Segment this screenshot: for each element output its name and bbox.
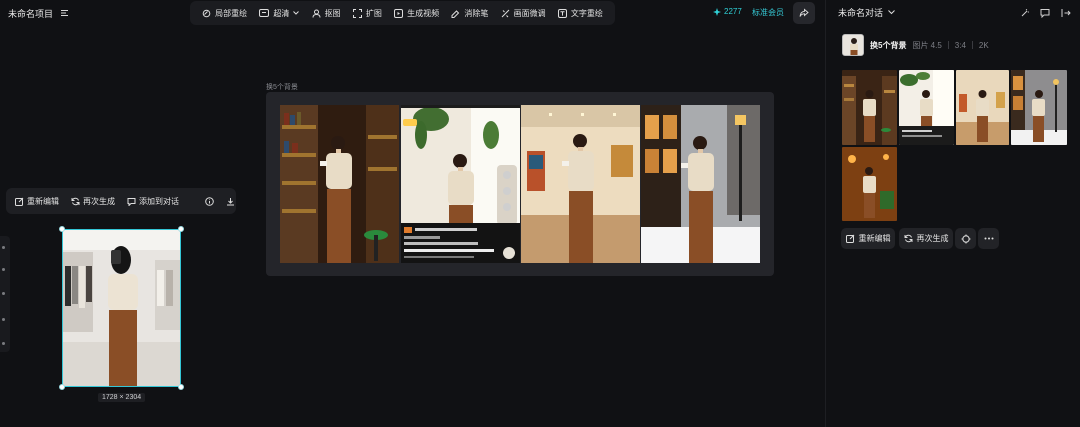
rail-tool-dot[interactable] [2,318,5,321]
result-thumbnail[interactable] [956,70,1009,145]
expand-icon [352,8,362,18]
tool-upscale[interactable]: 超清 [259,8,300,19]
more-dots-icon [984,237,994,240]
tool-label: 消除笔 [464,8,489,18]
tool-expand[interactable]: 扩图 [352,8,382,19]
brush-sparkle-icon[interactable] [1018,6,1032,20]
result-thumbnail[interactable] [1011,70,1067,145]
sparkle-icon [713,7,721,16]
source-image-thumb[interactable] [842,34,864,56]
resize-handle-top-right[interactable] [178,226,184,232]
background-variant-snowy-street[interactable] [641,105,760,263]
chat-bubble-icon[interactable] [1038,6,1052,20]
chevron-down-icon [888,10,895,15]
resize-handle-bottom-right[interactable] [178,384,184,390]
credits-balance[interactable]: 2277 [713,7,742,16]
refresh-icon [904,234,913,243]
selected-source-image[interactable] [62,229,181,387]
rail-tool-dot[interactable] [2,246,5,249]
membership-badge[interactable]: 标准会员 [752,7,784,18]
chat-title-text: 未命名对话 [838,8,884,18]
regenerate-button[interactable]: 再次生成 [71,196,115,207]
text-icon [557,8,567,18]
tool-label: 文字重绘 [570,8,603,18]
tool-cutout[interactable]: 抠图 [312,8,341,19]
eraser-icon [451,9,460,18]
result-thumbnail[interactable] [899,70,954,145]
result-thumbnail[interactable] [842,70,897,145]
resize-handle-bottom-left[interactable] [59,384,65,390]
rail-tool-dot[interactable] [2,342,5,345]
preview-label: 换5个背景 [266,84,298,91]
project-header: 未命名项目 [8,6,69,20]
tool-inpaint[interactable]: 局部重绘 [202,8,247,19]
exit-icon[interactable] [1059,6,1073,20]
adjust-icon [501,9,510,18]
preview-canvas[interactable] [266,92,774,276]
re-edit-label: 重新编辑 [858,234,891,243]
tool-eraser[interactable]: 消除笔 [451,8,488,19]
tool-label: 局部重绘 [215,8,248,18]
background-variant-gallery[interactable] [521,105,640,263]
regenerate-label: 再次生成 [83,196,115,206]
project-title[interactable]: 未命名项目 [8,7,53,20]
image-dimensions: 1728 × 2304 [98,393,146,402]
add-chat-icon [127,197,136,206]
add-to-chat-label: 添加到对话 [139,196,179,206]
panel-divider [825,0,826,427]
tool-text-redraw[interactable]: 文字重绘 [557,8,603,19]
edit-icon [15,197,24,206]
resize-handle-top-left[interactable] [59,226,65,232]
tool-video[interactable]: 生成视频 [394,8,439,19]
edit-icon [845,234,855,243]
rail-tool-dot[interactable] [2,268,5,271]
model-type: 图片 4.5 [912,40,942,50]
credits-value: 2277 [724,7,742,16]
share-button[interactable] [793,2,815,24]
more-button[interactable] [978,228,999,249]
target-icon [961,234,971,244]
share-icon [799,8,809,18]
tool-label: 画面微调 [513,8,546,18]
meta-divider [971,41,973,49]
background-variant-social-post[interactable] [401,105,520,263]
regenerate-button[interactable]: 再次生成 [899,228,953,249]
resolution: 2K [978,40,989,50]
tool-adjust[interactable]: 画面微调 [501,8,546,19]
background-variant-library[interactable] [280,105,399,263]
chevron-down-icon [293,11,300,15]
image-action-bar: 重新编辑 再次生成 添加到对话 [6,188,236,214]
cutout-icon [312,9,321,18]
tool-label: 抠图 [324,8,341,18]
left-tool-rail [0,236,10,352]
aspect-ratio: 3:4 [954,40,966,50]
tool-label: 超清 [273,8,290,18]
edit-toolbar: 局部重绘 超清 抠图 扩图 生成视频 消除笔 画面微调 文字重绘 [190,1,615,25]
rail-tool-dot[interactable] [2,292,5,295]
video-icon [394,8,404,18]
chat-title[interactable]: 未命名对话 [838,6,895,19]
regenerate-label: 再次生成 [916,234,949,243]
result-thumbnail[interactable] [842,147,897,221]
re-edit-button[interactable]: 重新编辑 [841,228,895,249]
message-title: 换5个背景 [870,40,907,50]
add-to-chat-button[interactable]: 添加到对话 [127,196,179,207]
message-header: 换5个背景 图片 4.5 3:4 2K [842,34,989,56]
menu-lines-icon[interactable] [60,9,69,17]
re-edit-button[interactable]: 重新编辑 [15,196,59,207]
brush-icon [202,9,211,18]
target-button[interactable] [955,228,976,249]
info-icon[interactable] [205,196,214,206]
meta-divider [947,41,949,49]
tool-label: 扩图 [365,8,382,18]
download-icon[interactable] [226,197,235,206]
hd-icon [259,9,270,17]
refresh-icon [71,197,80,206]
tool-label: 生成视频 [407,8,440,18]
re-edit-label: 重新编辑 [27,196,59,206]
